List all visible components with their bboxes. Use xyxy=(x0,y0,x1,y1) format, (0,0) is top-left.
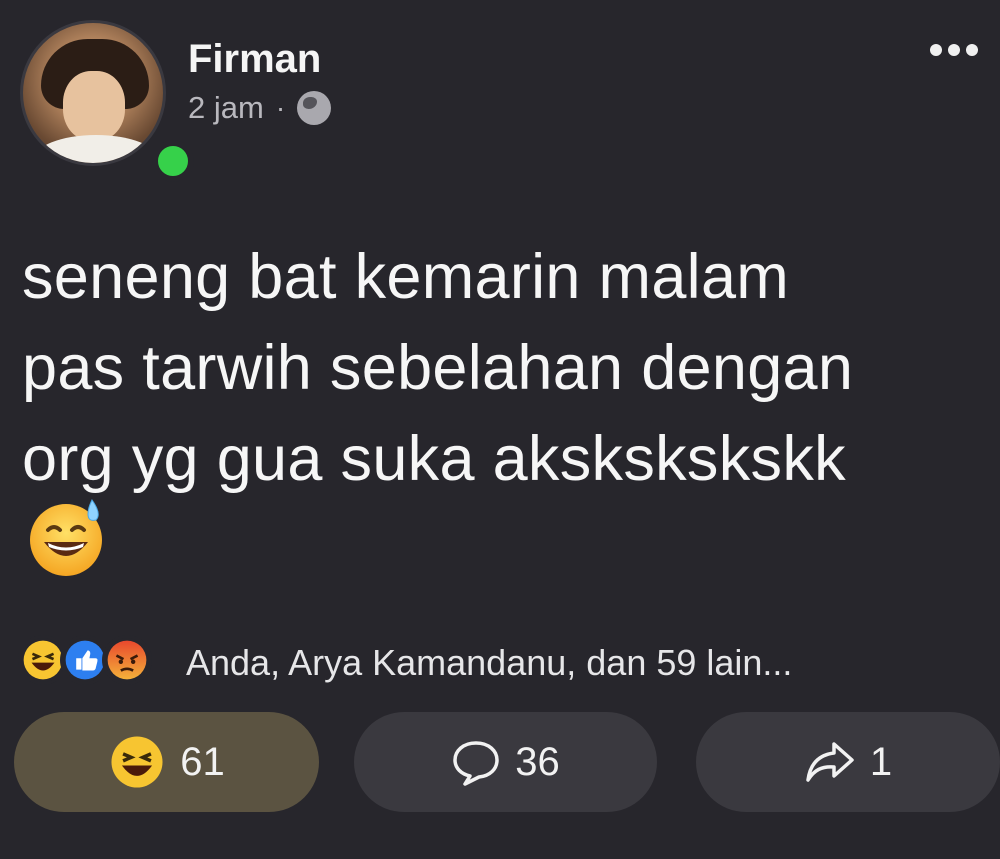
post-text-line: seneng bat kemarin malam xyxy=(22,242,790,312)
react-button[interactable]: 61 xyxy=(14,712,319,812)
share-count: 1 xyxy=(869,739,893,784)
post-text-line: org yg gua suka akskskskskk xyxy=(22,424,846,494)
post-card: Firman 2 jam · seneng bat kemarin malam … xyxy=(0,0,1000,859)
more-options-icon[interactable] xyxy=(930,44,978,56)
post-text-line: pas tarwih sebelahan dengan xyxy=(22,333,854,403)
author-name[interactable]: Firman xyxy=(188,37,321,82)
post-text: seneng bat kemarin malam pas tarwih sebe… xyxy=(22,232,982,505)
haha-icon xyxy=(111,736,163,788)
share-button[interactable]: 1 xyxy=(696,712,1000,812)
share-arrow-icon xyxy=(806,742,854,782)
comment-icon xyxy=(453,741,499,786)
angry-icon xyxy=(102,635,152,685)
meta-separator: · xyxy=(275,92,286,123)
online-status-dot xyxy=(152,140,194,182)
comment-button[interactable]: 36 xyxy=(354,712,657,812)
post-time[interactable]: 2 jam xyxy=(188,90,264,126)
comment-count: 36 xyxy=(515,739,560,784)
globe-icon xyxy=(297,91,332,125)
author-avatar[interactable] xyxy=(20,20,194,182)
avatar-image xyxy=(20,20,166,166)
react-count: 61 xyxy=(180,739,225,784)
post-meta: 2 jam · xyxy=(188,90,332,126)
grinning-sweat-emoji xyxy=(30,499,102,576)
reaction-summary[interactable]: Anda, Arya Kamandanu, dan 59 lain... xyxy=(186,642,792,684)
reaction-icons[interactable] xyxy=(18,635,152,685)
